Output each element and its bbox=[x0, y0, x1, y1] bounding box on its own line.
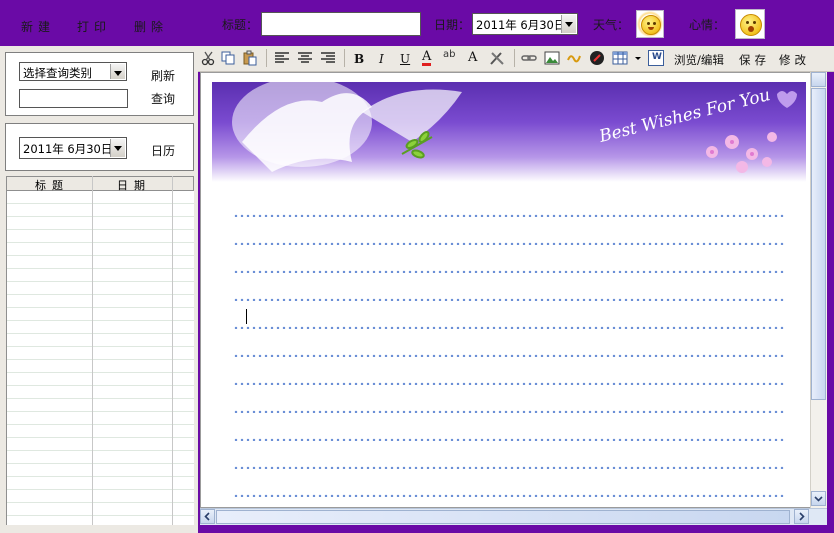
table-icon[interactable] bbox=[612, 50, 628, 66]
chevron-right-icon bbox=[799, 512, 805, 521]
word-icon: W bbox=[652, 52, 662, 62]
horizontal-scroll-thumb[interactable] bbox=[216, 510, 790, 524]
calendar-date-picker[interactable]: 2011年 6月30日 bbox=[19, 137, 127, 159]
font-size-icon[interactable]: A bbox=[468, 50, 477, 65]
query-input[interactable] bbox=[19, 89, 128, 108]
font-color-icon[interactable]: A bbox=[422, 50, 432, 66]
scroll-up-button[interactable] bbox=[811, 72, 826, 87]
print-button[interactable]: 打印 bbox=[77, 18, 111, 35]
chevron-down-icon[interactable] bbox=[110, 64, 125, 79]
date-picker-value: 2011年 6月30日 bbox=[476, 18, 566, 32]
ruled-line bbox=[233, 466, 785, 469]
ruled-line bbox=[233, 298, 785, 301]
chevron-left-icon bbox=[204, 512, 210, 521]
word-import-button[interactable]: W bbox=[648, 50, 664, 66]
ruled-line bbox=[233, 326, 785, 329]
ruled-line bbox=[233, 494, 785, 497]
paste-icon[interactable] bbox=[242, 50, 258, 66]
date-picker[interactable]: 2011年 6月30日 bbox=[472, 13, 578, 35]
image-icon[interactable] bbox=[544, 50, 560, 66]
chevron-down-icon[interactable] bbox=[110, 139, 125, 157]
ruled-line bbox=[233, 214, 785, 217]
scroll-down-button[interactable] bbox=[811, 491, 826, 506]
ruled-line bbox=[233, 354, 785, 357]
category-select[interactable]: 选择查询类别 bbox=[19, 62, 127, 81]
weather-button[interactable] bbox=[636, 10, 664, 38]
vertical-scrollbar[interactable] bbox=[810, 72, 827, 508]
stationery-banner: Best Wishes For You bbox=[212, 82, 806, 182]
table-dropdown-icon[interactable] bbox=[634, 50, 642, 66]
grid-column-divider bbox=[172, 176, 173, 525]
delete-button[interactable]: 删除 bbox=[134, 18, 168, 35]
ruled-line bbox=[233, 270, 785, 273]
text-caret bbox=[246, 309, 247, 324]
horizontal-scrollbar[interactable] bbox=[200, 508, 827, 525]
diary-grid[interactable] bbox=[6, 191, 194, 525]
tools-icon[interactable] bbox=[489, 50, 505, 66]
cut-icon[interactable] bbox=[201, 50, 217, 66]
link-icon[interactable] bbox=[521, 50, 537, 66]
surprised-face-icon bbox=[740, 14, 762, 36]
ruled-line bbox=[233, 382, 785, 385]
date-label: 日期： bbox=[434, 18, 471, 32]
sun-icon bbox=[641, 15, 661, 35]
query-button[interactable]: 查询 bbox=[151, 90, 175, 107]
underline-icon[interactable]: U bbox=[400, 52, 410, 66]
scroll-right-button[interactable] bbox=[794, 509, 809, 524]
weather-label: 天气： bbox=[593, 18, 630, 32]
vertical-scroll-thumb[interactable] bbox=[811, 88, 826, 400]
diary-editor[interactable]: Best Wishes For You bbox=[200, 72, 827, 508]
bold-icon[interactable]: B bbox=[354, 52, 364, 66]
ruled-line bbox=[233, 410, 785, 413]
top-bar: 新建 打印 删除 标题： 日期： 2011年 6月30日 天气： 心情： bbox=[0, 0, 834, 46]
title-label: 标题： bbox=[222, 18, 259, 32]
ruled-line bbox=[233, 438, 785, 441]
highlight-icon[interactable]: ab bbox=[443, 49, 455, 60]
mood-button[interactable] bbox=[735, 9, 765, 39]
refresh-button[interactable]: 刷新 bbox=[151, 67, 175, 84]
diary-grid-header: 标题 日期 bbox=[6, 176, 194, 192]
grid-column-divider bbox=[92, 176, 93, 525]
modify-button[interactable]: 修改 bbox=[779, 52, 810, 68]
chevron-down-icon bbox=[814, 496, 823, 502]
special-char-icon[interactable] bbox=[566, 50, 582, 66]
calendar-date-value: 2011年 6月30日 bbox=[23, 142, 113, 156]
align-left-icon[interactable] bbox=[274, 50, 290, 66]
calendar-button[interactable]: 日历 bbox=[151, 142, 175, 159]
new-button[interactable]: 新建 bbox=[21, 18, 55, 35]
align-right-icon[interactable] bbox=[320, 50, 336, 66]
mood-label: 心情： bbox=[689, 18, 726, 32]
flash-icon[interactable] bbox=[589, 50, 605, 66]
save-button[interactable]: 保存 bbox=[739, 52, 770, 68]
chevron-down-icon[interactable] bbox=[561, 15, 576, 33]
editor-toolbar: B I U A ab A W 浏览/编辑 保存 修改 bbox=[198, 46, 834, 72]
align-center-icon[interactable] bbox=[297, 50, 313, 66]
ruled-line bbox=[233, 242, 785, 245]
copy-icon[interactable] bbox=[220, 50, 236, 66]
category-select-value: 选择查询类别 bbox=[23, 66, 92, 80]
browse-edit-button[interactable]: 浏览/编辑 bbox=[674, 52, 724, 68]
italic-icon[interactable]: I bbox=[379, 52, 384, 66]
scroll-left-button[interactable] bbox=[200, 509, 215, 524]
title-input[interactable] bbox=[261, 12, 421, 36]
